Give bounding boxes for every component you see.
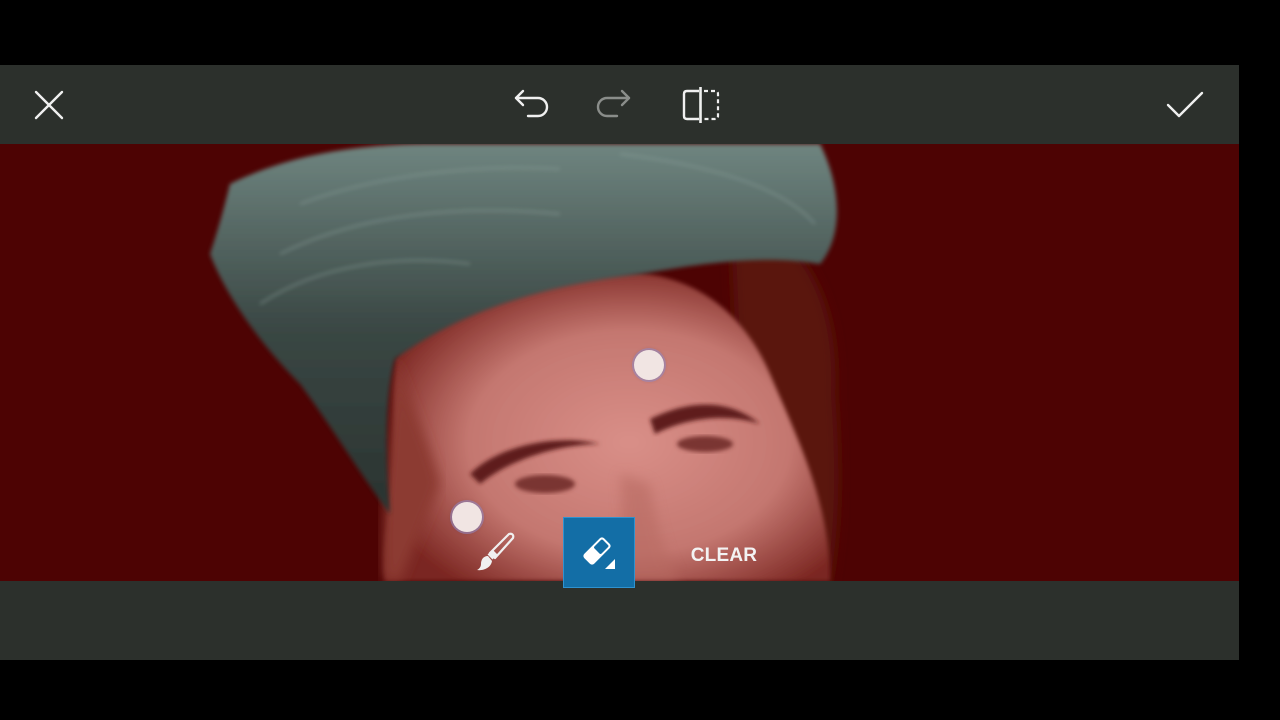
eye-left <box>515 475 575 493</box>
mask-handle-1[interactable] <box>634 350 664 380</box>
undo-icon <box>514 89 549 118</box>
compare-icon <box>682 87 720 123</box>
eye-right <box>677 436 733 452</box>
eraser-icon <box>583 536 615 569</box>
bottom-toolbar <box>0 581 1239 660</box>
top-toolbar <box>0 65 1239 144</box>
brush-icon <box>477 532 515 571</box>
photo-canvas[interactable] <box>0 144 1239 581</box>
brush-tool-button[interactable] <box>464 520 526 584</box>
clear-button[interactable]: CLEAR <box>680 535 768 577</box>
close-button[interactable] <box>24 80 74 130</box>
checkmark-icon <box>1166 91 1204 118</box>
redo-icon <box>596 89 631 118</box>
portrait-photo <box>210 144 839 581</box>
compare-button[interactable] <box>676 80 726 130</box>
apply-button[interactable] <box>1160 80 1210 130</box>
undo-button[interactable] <box>505 80 555 130</box>
redo-button[interactable] <box>590 80 640 130</box>
eraser-tool-button[interactable] <box>563 517 635 588</box>
close-icon <box>34 90 64 120</box>
